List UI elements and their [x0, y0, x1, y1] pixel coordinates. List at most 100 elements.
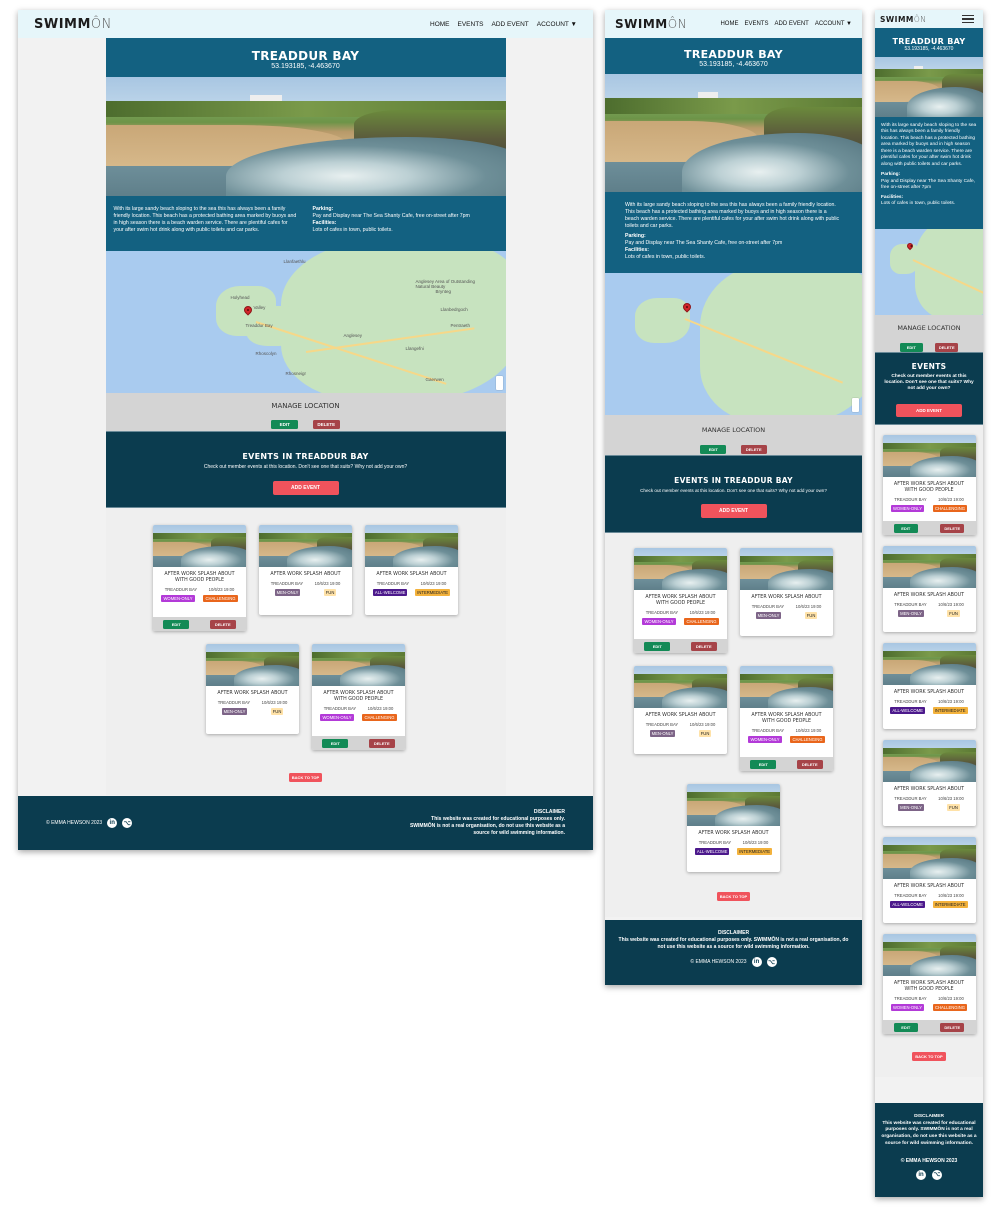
- back-to-top-button[interactable]: BACK TO TOP: [912, 1052, 946, 1061]
- event-card[interactable]: AFTER WORK SPLASH ABOUT TREADDUR BAY 10/6/…: [882, 643, 976, 729]
- edit-event-button[interactable]: EDIT: [893, 523, 918, 533]
- edit-event-button[interactable]: EDIT: [750, 759, 777, 769]
- event-card[interactable]: AFTER WORK SPLASH ABOUT WITH GOOD PEOPLE…: [882, 435, 976, 535]
- event-card[interactable]: AFTER WORK SPLASH ABOUT WITH GOOD PEOPLE…: [882, 934, 976, 1034]
- event-title[interactable]: AFTER WORK SPLASH ABOUT: [883, 787, 976, 793]
- event-card[interactable]: AFTER WORK SPLASH ABOUT WITH GOOD PEOPLE…: [740, 666, 833, 771]
- events-list: AFTER WORK SPLASH ABOUT WITH GOOD PEOPLE…: [875, 425, 983, 1045]
- event-title[interactable]: AFTER WORK SPLASH ABOUT WITH GOOD PEOPLE: [740, 713, 833, 725]
- event-card[interactable]: AFTER WORK SPLASH ABOUT TREADDUR BAY 10/6/…: [687, 784, 780, 872]
- nav-home[interactable]: HOME: [430, 21, 450, 28]
- add-event-button[interactable]: ADD EVENT: [700, 504, 767, 518]
- nav-account[interactable]: ACCOUNT ▼: [815, 21, 852, 27]
- event-card[interactable]: AFTER WORK SPLASH ABOUT TREADDUR BAY 10/6/…: [365, 525, 458, 615]
- event-title[interactable]: AFTER WORK SPLASH ABOUT WITH GOOD PEOPLE: [312, 691, 405, 703]
- event-title[interactable]: AFTER WORK SPLASH ABOUT: [259, 572, 352, 578]
- event-card[interactable]: AFTER WORK SPLASH ABOUT TREADDUR BAY 10/6/…: [206, 644, 299, 734]
- edit-event-button[interactable]: EDIT: [322, 738, 349, 748]
- delete-location-button[interactable]: DELETE: [740, 445, 767, 454]
- copyright: © EMMA HEWSON 2023: [690, 959, 747, 965]
- delete-event-button[interactable]: DELETE: [940, 523, 965, 533]
- event-meta: TREADDUR BAY 10/6/23 19:00: [889, 996, 970, 1001]
- event-title[interactable]: AFTER WORK SPLASH ABOUT: [740, 595, 833, 601]
- event-title[interactable]: AFTER WORK SPLASH ABOUT: [634, 713, 727, 719]
- event-tag: FUN: [947, 804, 960, 812]
- delete-event-button[interactable]: DELETE: [209, 619, 236, 629]
- event-image: [634, 666, 727, 708]
- logo[interactable]: SWIMMÔN: [34, 17, 112, 32]
- delete-location-button[interactable]: DELETE: [312, 420, 340, 429]
- nav-home[interactable]: HOME: [720, 21, 738, 27]
- hamburger-menu-icon[interactable]: [962, 14, 974, 24]
- linkedin-icon[interactable]: in: [751, 957, 762, 967]
- delete-event-button[interactable]: DELETE: [940, 1022, 965, 1032]
- back-to-top-button[interactable]: BACK TO TOP: [716, 892, 751, 901]
- event-location: TREADDUR BAY: [698, 840, 732, 846]
- linkedin-icon[interactable]: in: [916, 1169, 926, 1180]
- location-photo: [875, 57, 983, 117]
- event-card[interactable]: AFTER WORK SPLASH ABOUT WITH GOOD PEOPLE…: [312, 644, 405, 750]
- logo[interactable]: SWIMMÔN: [615, 17, 687, 31]
- logo[interactable]: SWIMMÔN: [880, 15, 926, 24]
- events-title: EVENTS: [911, 362, 947, 371]
- back-to-top-wrap: BACK TO TOP: [875, 1045, 983, 1077]
- event-title[interactable]: AFTER WORK SPLASH ABOUT: [365, 572, 458, 578]
- event-title[interactable]: AFTER WORK SPLASH ABOUT WITH GOOD PEOPLE: [883, 981, 976, 993]
- delete-location-button[interactable]: DELETE: [935, 343, 959, 352]
- map-zoom-control[interactable]: [852, 398, 859, 412]
- navbar: SWIMMÔN HOME EVENTS ADD EVENT ACCOUNT ▼: [605, 10, 862, 38]
- nav-add-event[interactable]: ADD EVENT: [774, 21, 808, 27]
- github-icon[interactable]: ⌥: [122, 818, 133, 828]
- event-title[interactable]: AFTER WORK SPLASH ABOUT WITH GOOD PEOPLE: [634, 595, 727, 607]
- github-icon[interactable]: ⌥: [932, 1169, 942, 1180]
- location-map[interactable]: [875, 229, 983, 315]
- event-title[interactable]: AFTER WORK SPLASH ABOUT WITH GOOD PEOPLE: [153, 572, 246, 584]
- back-to-top-button[interactable]: BACK TO TOP: [288, 773, 323, 782]
- event-actions: EDIT DELETE: [740, 757, 833, 771]
- add-event-button[interactable]: ADD EVENT: [272, 481, 339, 495]
- event-meta: TREADDUR BAY 10/6/23 19:00: [318, 706, 399, 711]
- linkedin-icon[interactable]: in: [107, 818, 118, 828]
- event-card[interactable]: AFTER WORK SPLASH ABOUT TREADDUR BAY 10/6/…: [882, 546, 976, 632]
- event-card[interactable]: AFTER WORK SPLASH ABOUT WITH GOOD PEOPLE…: [634, 548, 727, 653]
- event-title[interactable]: AFTER WORK SPLASH ABOUT: [883, 884, 976, 890]
- event-meta: TREADDUR BAY 10/6/23 19:00: [889, 893, 970, 898]
- github-icon[interactable]: ⌥: [766, 957, 777, 967]
- event-title[interactable]: AFTER WORK SPLASH ABOUT: [883, 690, 976, 696]
- event-meta: TREADDUR BAY 10/6/23 19:00: [889, 796, 970, 801]
- edit-event-button[interactable]: EDIT: [893, 1022, 918, 1032]
- location-coords: 53.193185, -4.463670: [271, 63, 340, 70]
- nav-events[interactable]: EVENTS: [744, 21, 768, 27]
- edit-event-button[interactable]: EDIT: [163, 619, 190, 629]
- event-card[interactable]: AFTER WORK SPLASH ABOUT TREADDUR BAY 10/6/…: [882, 740, 976, 826]
- event-card[interactable]: AFTER WORK SPLASH ABOUT TREADDUR BAY 10/6/…: [882, 837, 976, 923]
- event-card[interactable]: AFTER WORK SPLASH ABOUT TREADDUR BAY 10/6/…: [740, 548, 833, 636]
- delete-event-button[interactable]: DELETE: [690, 641, 717, 651]
- event-tag: ALL-WELCOME: [890, 707, 925, 715]
- nav-account[interactable]: ACCOUNT ▼: [537, 21, 577, 28]
- add-event-button[interactable]: ADD EVENT: [896, 403, 962, 417]
- event-card[interactable]: AFTER WORK SPLASH ABOUT WITH GOOD PEOPLE…: [153, 525, 246, 631]
- delete-event-button[interactable]: DELETE: [796, 759, 823, 769]
- location-description: With its large sandy beach sloping to th…: [875, 117, 983, 229]
- delete-event-button[interactable]: DELETE: [368, 738, 395, 748]
- map-label: Llanfaethlu: [283, 259, 306, 264]
- edit-location-button[interactable]: EDIT: [899, 343, 923, 352]
- event-title[interactable]: AFTER WORK SPLASH ABOUT: [883, 593, 976, 599]
- location-map[interactable]: Llanfaethlu Anglesey Area of Outstanding…: [105, 251, 506, 393]
- event-title[interactable]: AFTER WORK SPLASH ABOUT: [206, 691, 299, 697]
- event-meta: TREADDUR BAY 10/6/23 19:00: [265, 581, 346, 586]
- event-tags: WOMEN-ONLY CHALLENGING: [638, 618, 723, 626]
- location-map[interactable]: [605, 273, 862, 415]
- nav-events[interactable]: EVENTS: [458, 21, 484, 28]
- event-title[interactable]: AFTER WORK SPLASH ABOUT WITH GOOD PEOPLE: [883, 482, 976, 494]
- parking-text: Pay and Display near The Sea Shanty Cafe…: [312, 213, 470, 220]
- event-title[interactable]: AFTER WORK SPLASH ABOUT: [687, 831, 780, 837]
- edit-event-button[interactable]: EDIT: [644, 641, 671, 651]
- nav-add-event[interactable]: ADD EVENT: [492, 21, 529, 28]
- edit-location-button[interactable]: EDIT: [271, 420, 299, 429]
- map-zoom-control[interactable]: [495, 376, 503, 390]
- event-card[interactable]: AFTER WORK SPLASH ABOUT TREADDUR BAY 10/6/…: [259, 525, 352, 615]
- event-card[interactable]: AFTER WORK SPLASH ABOUT TREADDUR BAY 10/6/…: [634, 666, 727, 754]
- edit-location-button[interactable]: EDIT: [700, 445, 727, 454]
